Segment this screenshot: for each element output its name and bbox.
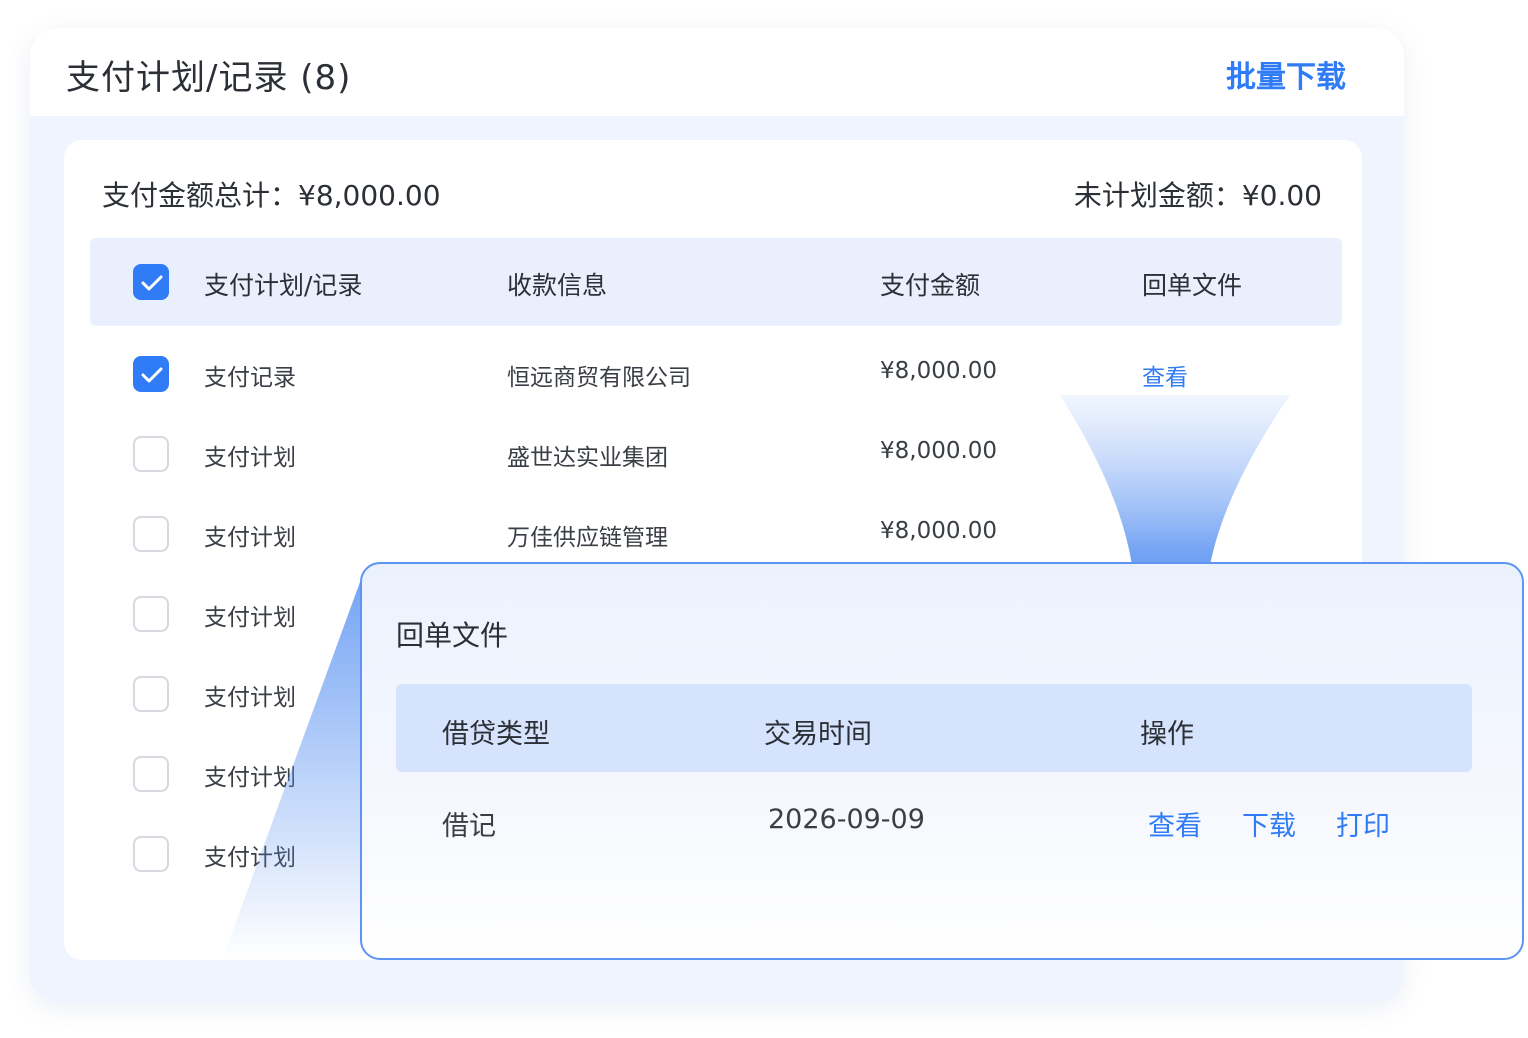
receipt-files-popup: 回单文件 借贷类型 交易时间 操作 借记 2026-09-09 查看 下载 打印 (360, 562, 1524, 960)
row-view-receipt-link[interactable]: 查看 (1142, 358, 1188, 392)
row-type: 支付计划 (204, 605, 296, 631)
row-type: 支付计划 (204, 445, 296, 471)
row-checkbox[interactable] (133, 836, 169, 872)
popup-table-row: 借记 2026-09-09 查看 下载 打印 (396, 772, 1472, 872)
total-amount: 支付金额总计：¥8,000.00 (102, 179, 441, 212)
stage: 支付计划/记录 (8) 批量下载 支付金额总计：¥8,000.00 未计划金额：… (0, 0, 1528, 1038)
row-checkbox[interactable] (133, 756, 169, 792)
table-row: 支付记录 恒远商贸有限公司 ¥8,000.00 查看 (90, 334, 1342, 414)
column-header-receipt: 回单文件 (1142, 271, 1243, 300)
row-amount: ¥8,000.00 (880, 358, 998, 384)
row-amount: ¥8,000.00 (880, 518, 998, 544)
row-type: 支付计划 (204, 765, 296, 791)
select-all-checkbox[interactable] (133, 264, 169, 300)
row-payee: 恒远商贸有限公司 (507, 365, 691, 391)
row-type: 支付计划 (204, 525, 296, 551)
print-button[interactable]: 打印 (1336, 804, 1390, 843)
table-row: 支付计划 盛世达实业集团 ¥8,000.00 (90, 414, 1342, 494)
row-checkbox[interactable] (133, 596, 169, 632)
popup-table-header: 借贷类型 交易时间 操作 (396, 684, 1472, 772)
popup-title: 回单文件 (396, 619, 509, 652)
column-header-transaction-time: 交易时间 (764, 719, 872, 750)
row-type: 支付计划 (204, 845, 296, 871)
row-payee: 万佳供应链管理 (507, 525, 668, 551)
row-amount: ¥8,000.00 (880, 438, 998, 464)
row-type: 支付计划 (204, 685, 296, 711)
bulk-download-button[interactable]: 批量下载 (1226, 52, 1346, 96)
unplanned-amount: 未计划金额：¥0.00 (1073, 179, 1322, 212)
row-payee: 盛世达实业集团 (507, 445, 668, 471)
column-header-type: 支付计划/记录 (204, 271, 363, 300)
row-debit-credit-type: 借记 (442, 811, 496, 842)
column-header-payee: 收款信息 (507, 271, 608, 300)
row-checkbox[interactable] (133, 436, 169, 472)
column-header-actions: 操作 (1140, 719, 1194, 750)
check-icon (141, 367, 163, 383)
check-icon (141, 275, 163, 291)
row-checkbox[interactable] (133, 516, 169, 552)
row-checkbox[interactable] (133, 356, 169, 392)
panel-header: 支付计划/记录 (8) 批量下载 (30, 28, 1404, 116)
row-type: 支付记录 (204, 365, 296, 391)
view-button[interactable]: 查看 (1148, 804, 1202, 843)
column-header-debit-credit-type: 借贷类型 (442, 719, 550, 750)
row-transaction-time: 2026-09-09 (768, 804, 925, 835)
download-button[interactable]: 下载 (1242, 804, 1296, 843)
row-checkbox[interactable] (133, 676, 169, 712)
table-header: 支付计划/记录 收款信息 支付金额 回单文件 (90, 238, 1342, 326)
panel-title: 支付计划/记录 (8) (66, 58, 352, 98)
column-header-amount: 支付金额 (880, 271, 981, 300)
